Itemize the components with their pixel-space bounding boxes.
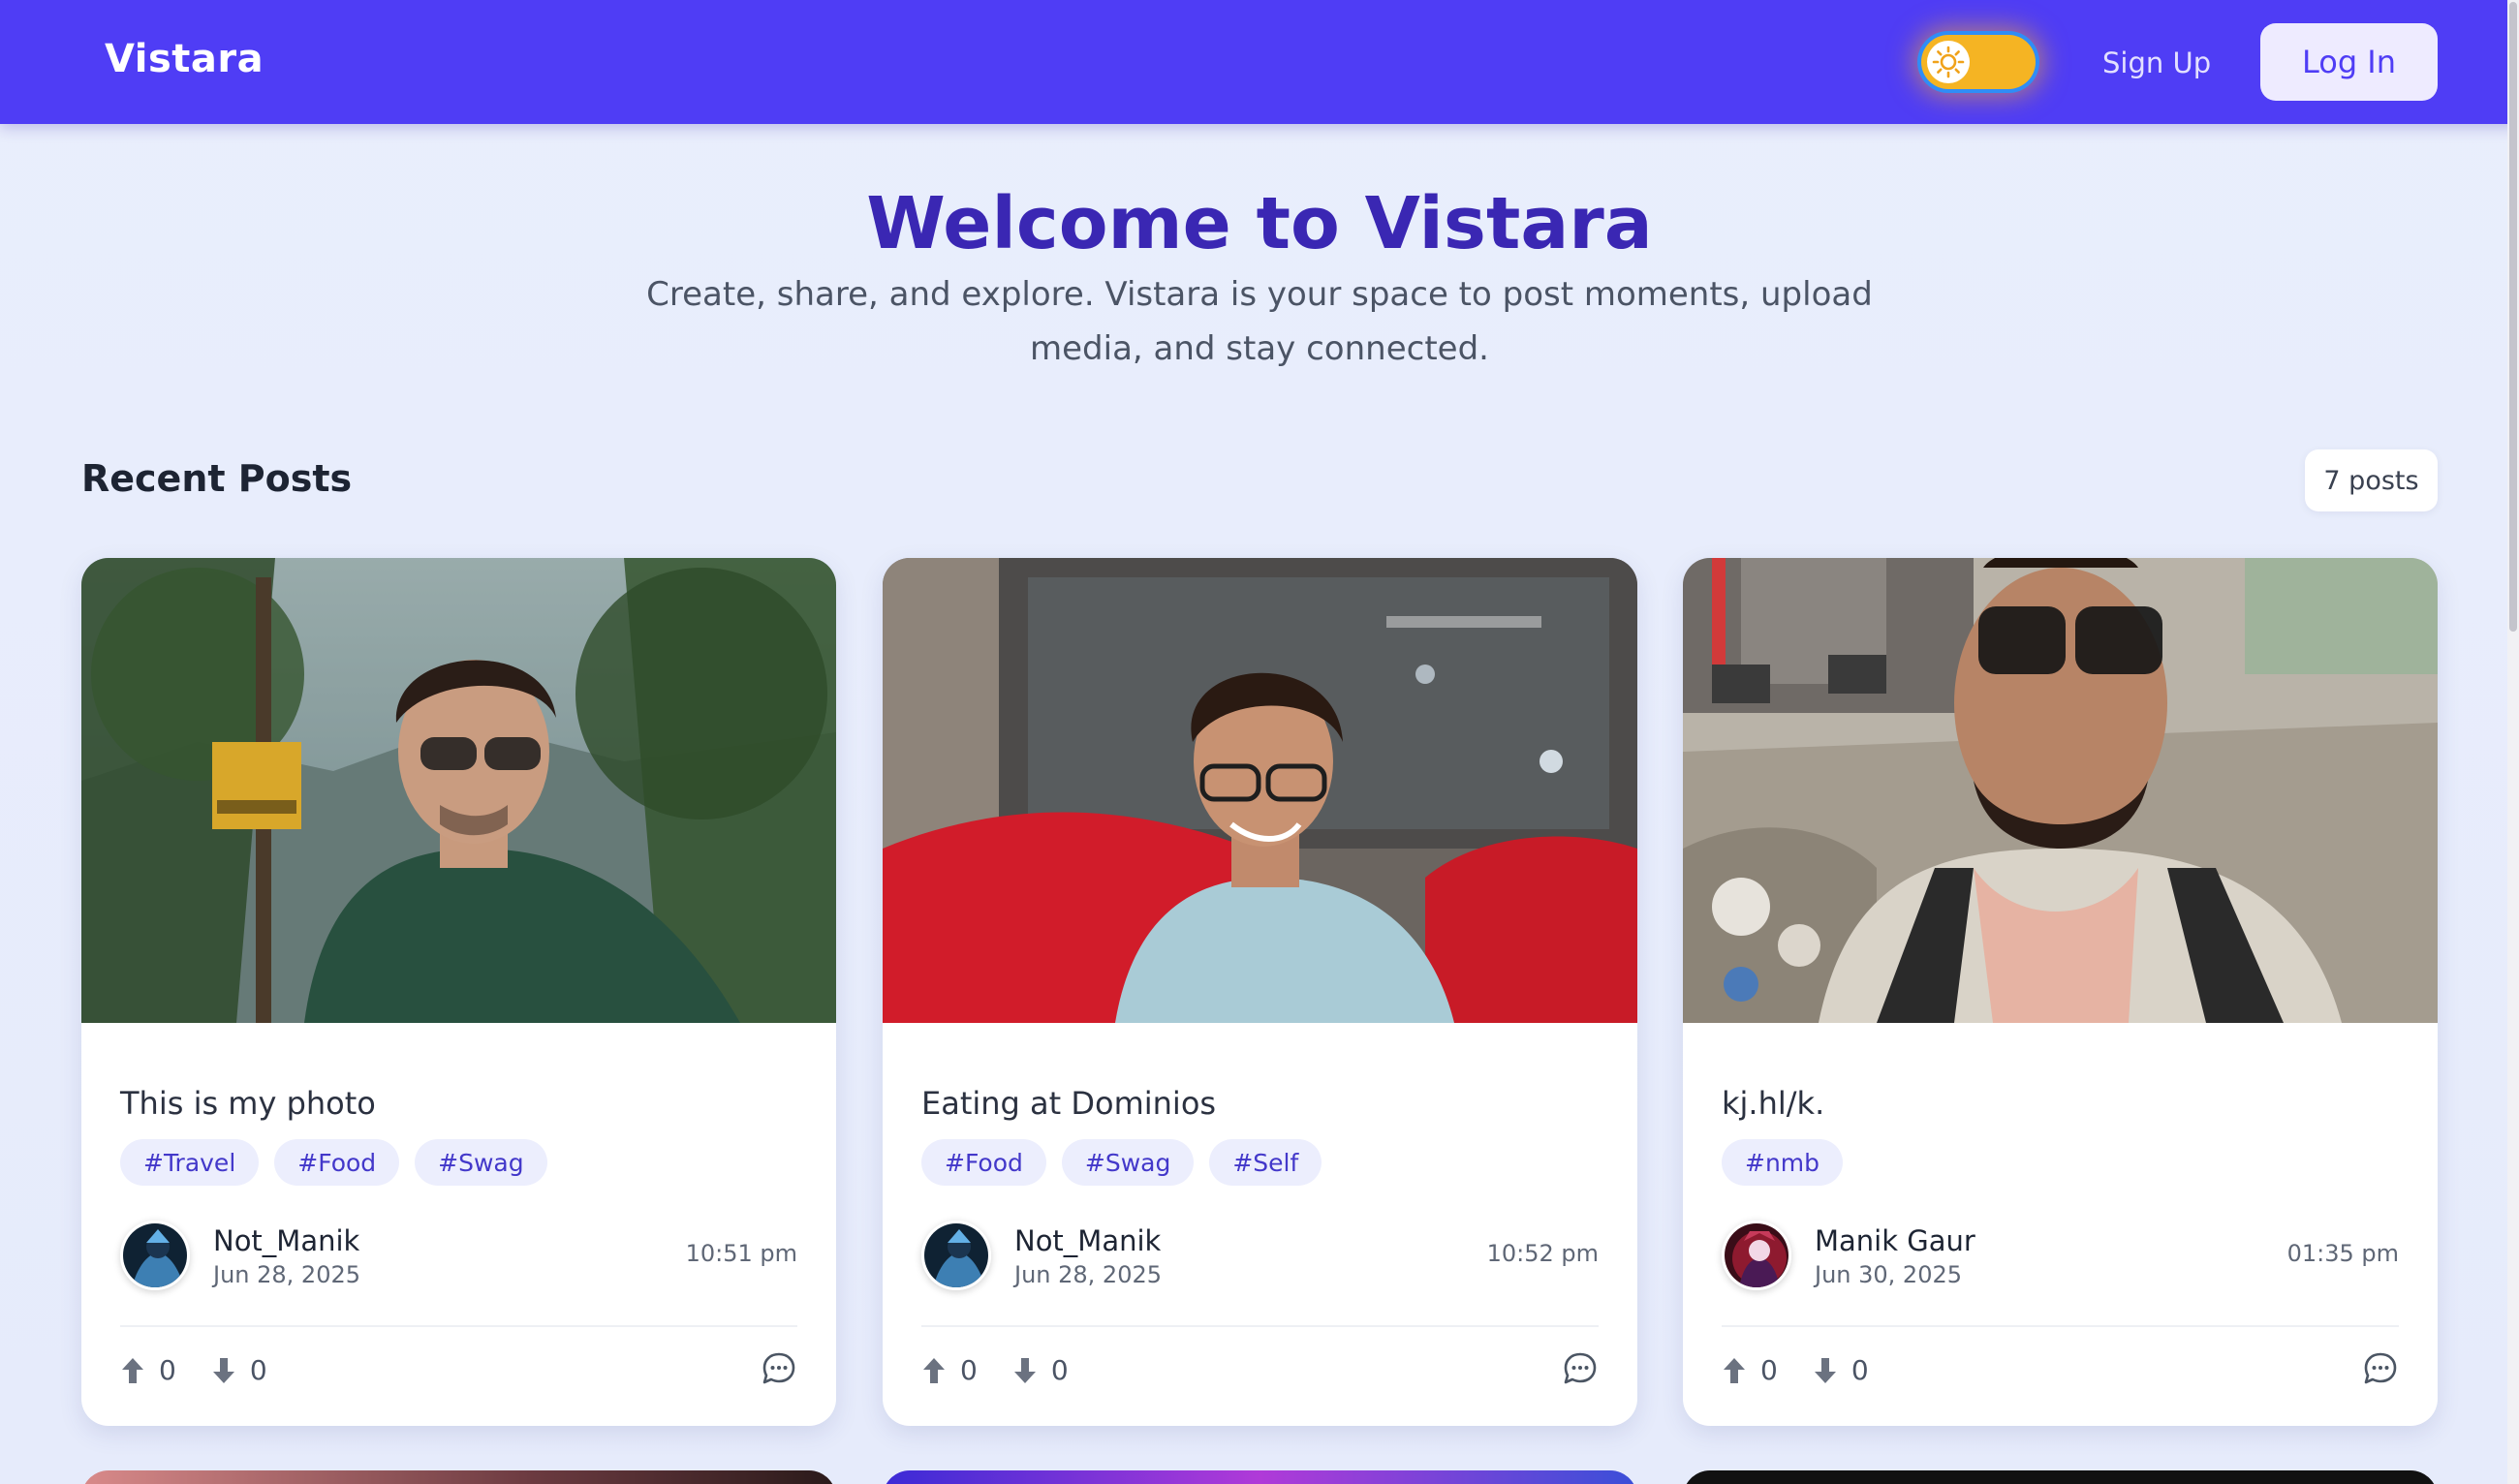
post-card[interactable]: This is my photo #Travel #Food #Swag Not…: [81, 558, 836, 1426]
section-title: Recent Posts: [81, 457, 353, 500]
post-card[interactable]: Eating at Dominios #Food #Swag #Self Not…: [883, 558, 1637, 1426]
comment-bubble-icon: [2364, 1352, 2397, 1384]
upvote-button[interactable]: 0: [120, 1354, 176, 1386]
downvote-button[interactable]: 0: [1012, 1354, 1069, 1386]
post-card-partial[interactable]: [81, 1470, 836, 1484]
post-image[interactable]: [883, 558, 1637, 1023]
vote-actions: 0 0: [120, 1354, 302, 1386]
tag-chip[interactable]: #Food: [921, 1139, 1046, 1186]
upvote-count: 0: [159, 1354, 176, 1386]
author-name[interactable]: Not_Manik: [1014, 1224, 1161, 1257]
post-date: Jun 28, 2025: [1014, 1261, 1163, 1288]
comment-button[interactable]: [2362, 1350, 2399, 1391]
post-time: 10:51 pm: [685, 1240, 797, 1267]
post-caption: This is my photo: [120, 1085, 376, 1122]
theme-toggle[interactable]: [1921, 35, 2036, 89]
downvote-button[interactable]: 0: [1813, 1354, 1869, 1386]
scrollbar-thumb[interactable]: [2509, 2, 2517, 632]
downvote-button[interactable]: 0: [211, 1354, 267, 1386]
post-count-badge: 7 posts: [2305, 449, 2438, 511]
tag-chip[interactable]: #Travel: [120, 1139, 260, 1186]
comment-button[interactable]: [761, 1350, 797, 1391]
post-caption: Eating at Dominios: [921, 1085, 1217, 1122]
divider: [120, 1325, 797, 1327]
comment-button[interactable]: [1562, 1350, 1599, 1391]
arrow-down-icon: [1013, 1357, 1036, 1383]
signup-link[interactable]: Sign Up: [2102, 46, 2211, 79]
tag-chip[interactable]: #Swag: [415, 1139, 547, 1186]
tag-chip[interactable]: #Food: [274, 1139, 400, 1186]
downvote-count: 0: [1850, 1354, 1869, 1386]
page: Vistara Sign Up Log In Welcome to Vistar…: [0, 0, 2519, 1484]
avatar[interactable]: [120, 1221, 190, 1290]
login-button[interactable]: Log In: [2260, 23, 2438, 101]
sun-icon: [1932, 46, 1965, 78]
post-time: 01:35 pm: [2286, 1240, 2399, 1267]
post-date: Jun 28, 2025: [213, 1261, 361, 1288]
downvote-count: 0: [1050, 1354, 1069, 1386]
post-image[interactable]: [1683, 558, 2438, 1023]
navbar: Vistara Sign Up Log In: [0, 0, 2519, 124]
arrow-down-icon: [1814, 1357, 1836, 1383]
post-card-partial[interactable]: [1683, 1470, 2438, 1484]
post-caption: kj.hl/k.: [1722, 1085, 1825, 1122]
hero-title: Welcome to Vistara: [866, 182, 1653, 265]
upvote-button[interactable]: 0: [1722, 1354, 1778, 1386]
divider: [1722, 1325, 2399, 1327]
author-name[interactable]: Not_Manik: [213, 1224, 359, 1257]
arrow-down-icon: [212, 1357, 234, 1383]
comment-bubble-icon: [762, 1352, 795, 1384]
theme-knob: [1927, 41, 1970, 83]
post-card-partial[interactable]: [883, 1470, 1637, 1484]
tag-chip[interactable]: #nmb: [1722, 1139, 1844, 1186]
post-image[interactable]: [81, 558, 836, 1023]
downvote-count: 0: [249, 1354, 267, 1386]
tag-list: #nmb: [1722, 1139, 1844, 1186]
author-name[interactable]: Manik Gaur: [1815, 1224, 1975, 1257]
brand-logo[interactable]: Vistara: [105, 37, 264, 81]
comment-bubble-icon: [1564, 1352, 1597, 1384]
hero-subtitle: Create, share, and explore. Vistara is y…: [646, 275, 1873, 368]
avatar[interactable]: [1722, 1221, 1791, 1290]
arrow-up-icon: [122, 1357, 143, 1383]
tag-chip[interactable]: #Swag: [1061, 1139, 1195, 1186]
upvote-count: 0: [1760, 1354, 1778, 1386]
avatar[interactable]: [921, 1221, 991, 1290]
vote-actions: 0 0: [921, 1354, 1104, 1386]
divider: [921, 1325, 1599, 1327]
tag-list: #Food #Swag #Self: [921, 1139, 1322, 1186]
upvote-count: 0: [960, 1354, 978, 1386]
post-card[interactable]: kj.hl/k. #nmb Manik Gaur Jun 30, 2025 01…: [1683, 558, 2438, 1426]
tag-list: #Travel #Food #Swag: [120, 1139, 547, 1186]
upvote-button[interactable]: 0: [921, 1354, 978, 1386]
tag-chip[interactable]: #Self: [1209, 1139, 1322, 1186]
arrow-up-icon: [1724, 1357, 1745, 1383]
vote-actions: 0 0: [1722, 1354, 1904, 1386]
arrow-up-icon: [923, 1357, 945, 1383]
post-time: 10:52 pm: [1486, 1240, 1599, 1267]
post-date: Jun 30, 2025: [1815, 1261, 1963, 1288]
